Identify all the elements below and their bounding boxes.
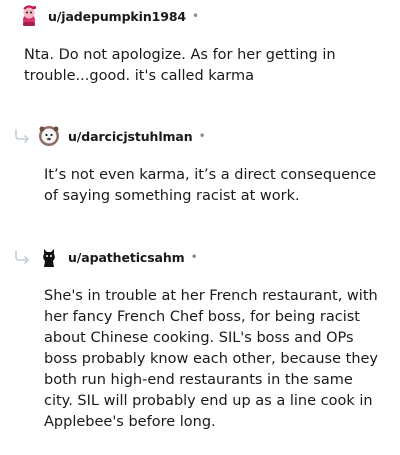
comment-1: u/jadepumpkin1984 • Nta. Do not apologiz… bbox=[0, 0, 400, 110]
comment-2: u/darcicjstuhlman • It’s not even karma,… bbox=[0, 118, 400, 228]
separator-dot: • bbox=[190, 250, 198, 264]
bear-snoo-avatar-icon[interactable] bbox=[38, 125, 60, 147]
comment-text: Nta. Do not apologize. As for her gettin… bbox=[24, 47, 336, 84]
separator-dot: • bbox=[192, 9, 200, 23]
comment-text: She's in trouble at her French restauran… bbox=[44, 288, 379, 430]
black-snoo-avatar-icon[interactable] bbox=[38, 246, 60, 268]
reply-arrow-icon bbox=[15, 250, 29, 264]
comment-header: u/apatheticsahm • bbox=[38, 245, 198, 269]
comment-header: u/jadepumpkin1984 • bbox=[18, 4, 199, 28]
username[interactable]: u/jadepumpkin1984 bbox=[48, 9, 186, 24]
pink-snoo-avatar-icon[interactable] bbox=[18, 5, 40, 27]
username[interactable]: u/apatheticsahm bbox=[68, 250, 185, 265]
separator-dot: • bbox=[198, 129, 206, 143]
username[interactable]: u/darcicjstuhlman bbox=[68, 129, 193, 144]
comment-text: It’s not even karma, it’s a direct conse… bbox=[44, 167, 377, 204]
comment-header: u/darcicjstuhlman • bbox=[38, 124, 206, 148]
comment-3: u/apatheticsahm • She's in trouble at he… bbox=[0, 238, 400, 455]
reply-arrow-icon bbox=[15, 129, 29, 143]
